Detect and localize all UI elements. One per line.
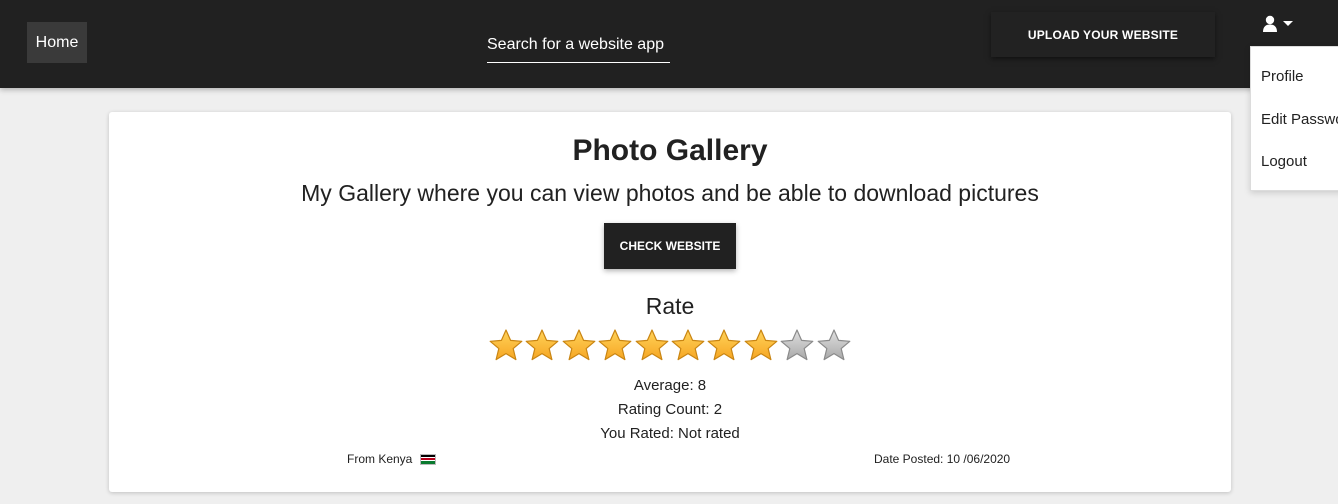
menu-item-logout[interactable]: Logout <box>1261 153 1307 170</box>
project-origin: From Kenya <box>347 452 437 466</box>
rating-count: Rating Count: 2 <box>617 401 723 418</box>
project-description: My Gallery where you can view photos and… <box>301 180 1039 206</box>
date-posted: Date Posted: 10 /06/2020 <box>874 452 1011 466</box>
star-filled-icon[interactable] <box>524 328 560 364</box>
star-filled-icon[interactable] <box>634 328 670 364</box>
star-filled-icon[interactable] <box>743 328 779 364</box>
user-dropdown-menu: Profile Edit Password Logout <box>1250 46 1338 191</box>
user-rating: You Rated: Not rated <box>600 425 740 442</box>
kenya-flag-icon <box>420 453 437 465</box>
home-link[interactable]: Home <box>27 22 87 63</box>
menu-item-edit-password[interactable]: Edit Password <box>1261 111 1338 128</box>
chevron-down-icon <box>1283 20 1293 26</box>
star-filled-icon[interactable] <box>561 328 597 364</box>
project-title: Photo Gallery <box>572 134 768 167</box>
star-empty-icon[interactable] <box>816 328 852 364</box>
search-input[interactable] <box>487 32 670 54</box>
star-filled-icon[interactable] <box>488 328 524 364</box>
check-website-button[interactable]: CHECK WEBSITE <box>604 223 736 269</box>
origin-label: From Kenya <box>347 452 413 466</box>
star-filled-icon[interactable] <box>706 328 742 364</box>
star-filled-icon[interactable] <box>597 328 633 364</box>
menu-item-profile[interactable]: Profile <box>1261 68 1304 85</box>
project-card: Photo Gallery My Gallery where you can v… <box>109 112 1231 492</box>
search-field[interactable] <box>487 24 670 63</box>
user-menu-toggle[interactable] <box>1262 12 1302 34</box>
rate-label: Rate <box>645 293 695 319</box>
user-icon <box>1263 15 1277 32</box>
star-empty-icon[interactable] <box>779 328 815 364</box>
star-filled-icon[interactable] <box>670 328 706 364</box>
average-rating: Average: 8 <box>633 377 707 394</box>
upload-website-button[interactable]: UPLOAD YOUR WEBSITE <box>991 12 1215 57</box>
star-rating[interactable] <box>488 328 852 364</box>
navbar: Home UPLOAD YOUR WEBSITE <box>0 0 1338 88</box>
